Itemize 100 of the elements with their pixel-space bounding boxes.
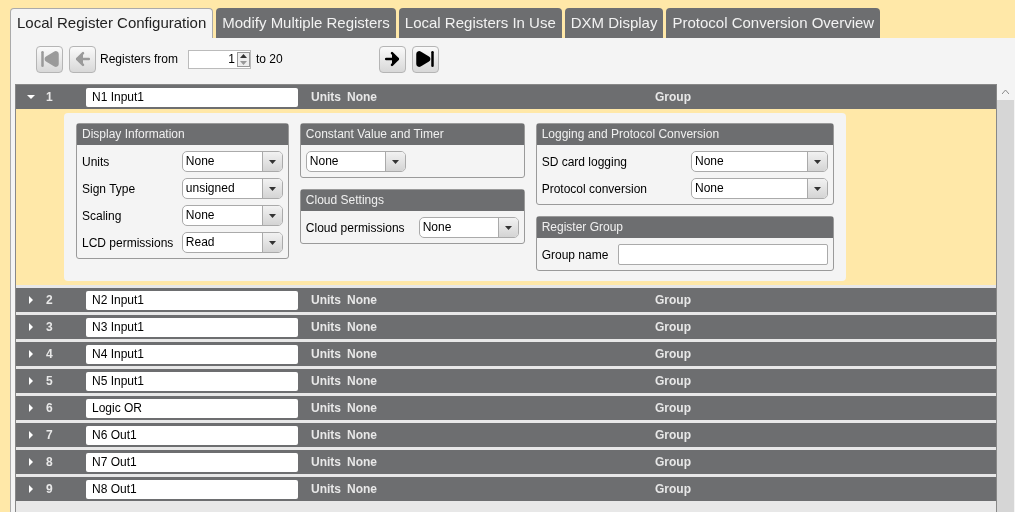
dropdown-select[interactable]: None [691, 178, 828, 199]
group-label: Group [655, 427, 691, 444]
dropdown-select[interactable]: Read [181, 232, 283, 253]
expand-caret-icon[interactable] [28, 458, 34, 466]
register-number: 5 [46, 373, 54, 390]
expand-caret-icon[interactable] [28, 404, 34, 412]
register-row[interactable]: 3 N3 Input1 Units None Group [16, 315, 996, 339]
units-value: None [347, 373, 377, 390]
register-row[interactable]: 5 N5 Input1 Units None Group [16, 369, 996, 393]
units-value: None [347, 292, 377, 309]
skip-forward-icon [415, 49, 436, 69]
group-label: Group [655, 481, 691, 498]
tab[interactable]: Local Register Configuration [10, 8, 214, 38]
expand-caret-icon[interactable] [28, 350, 34, 358]
register-row[interactable]: 2 N2 Input1 Units None Group [16, 288, 996, 312]
register-name-field[interactable]: N6 Out1 [86, 425, 298, 445]
units-value: None [347, 454, 377, 471]
units-value: None [347, 346, 377, 363]
group-label: Group [655, 89, 691, 106]
panel-title: Constant Value and Timer [300, 124, 524, 145]
units-label: Units [311, 346, 341, 363]
register-number: 7 [46, 427, 54, 444]
tab[interactable]: Protocol Conversion Overview [666, 8, 881, 38]
field-label: Sign Type [82, 180, 136, 198]
panel-title: Cloud Settings [300, 190, 524, 211]
units-label: Units [311, 373, 341, 390]
field-label: LCD permissions [82, 234, 174, 252]
register-row[interactable]: 7 N6 Out1 Units None Group [16, 423, 996, 447]
register-row[interactable]: 8 N7 Out1 Units None Group [16, 450, 996, 474]
units-label: Units [311, 89, 341, 106]
field-label: Units [82, 153, 110, 171]
spinner-arrows-icon[interactable] [237, 51, 251, 67]
register-number: 4 [46, 346, 54, 363]
field-label: Protocol conversion [541, 180, 647, 198]
units-value: None [347, 427, 377, 444]
dropdown-select[interactable]: None [418, 217, 519, 238]
units-value: None [347, 89, 377, 106]
register-number: 9 [46, 481, 54, 498]
dropdown-select[interactable]: None [181, 205, 283, 226]
register-name-field[interactable]: N8 Out1 [86, 479, 298, 499]
register-name-field[interactable]: N1 Input1 [86, 87, 298, 107]
group-label: Group [655, 346, 691, 363]
dropdown-caret-icon [391, 159, 399, 164]
field-label: Cloud permissions [305, 219, 405, 237]
expand-caret-icon[interactable] [28, 485, 34, 493]
register-name-field[interactable]: N7 Out1 [86, 452, 298, 472]
group-label: Group [655, 400, 691, 417]
register-name-field[interactable]: N5 Input1 [86, 371, 298, 391]
units-value: None [347, 400, 377, 417]
units-label: Units [311, 481, 341, 498]
tab[interactable]: Local Registers In Use [398, 8, 562, 38]
field-label: Group name [541, 246, 609, 264]
register-row[interactable]: 1 N1 Input1 Units None Group [16, 85, 996, 109]
register-name-field[interactable]: Logic OR [86, 398, 298, 418]
dropdown-caret-icon [814, 186, 821, 191]
skip-back-icon [39, 49, 60, 69]
register-number: 3 [46, 319, 54, 336]
register-name-field[interactable]: N2 Input1 [86, 290, 298, 310]
registers-from-label: Registers from [100, 51, 179, 68]
group-label: Group [655, 319, 691, 336]
panel-title: Logging and Protocol Conversion [536, 124, 833, 145]
register-number: 2 [46, 292, 54, 309]
scroll-up-icon[interactable] [1002, 90, 1009, 94]
dropdown-select[interactable]: unsigned [181, 178, 283, 199]
units-label: Units [311, 427, 341, 444]
units-label: Units [311, 319, 341, 336]
units-value: None [347, 481, 377, 498]
units-label: Units [311, 292, 341, 309]
expand-caret-icon[interactable] [28, 377, 34, 385]
group-name-field[interactable] [618, 244, 828, 265]
next-button[interactable] [378, 45, 406, 73]
dropdown-caret-icon [504, 225, 512, 230]
expand-caret-icon[interactable] [28, 296, 34, 304]
dropdown-caret-icon [268, 213, 276, 218]
dropdown-select[interactable]: None [181, 151, 283, 172]
collapse-caret-icon[interactable] [27, 94, 35, 100]
expand-caret-icon[interactable] [28, 323, 34, 331]
dropdown-caret-icon [268, 240, 276, 245]
tab[interactable]: DXM Display [564, 8, 664, 38]
register-row[interactable]: 9 N8 Out1 Units None Group [16, 477, 996, 501]
register-name-field[interactable]: N3 Input1 [86, 317, 298, 337]
register-number: 8 [46, 454, 54, 471]
dropdown-select[interactable]: None [691, 151, 828, 172]
register-number: 6 [46, 400, 54, 417]
register-row[interactable]: 6 Logic OR Units None Group [16, 396, 996, 420]
group-label: Group [655, 373, 691, 390]
units-label: Units [311, 400, 341, 417]
tab[interactable]: Modify Multiple Registers [216, 8, 396, 38]
dropdown-select[interactable]: None [305, 151, 406, 172]
units-label: Units [311, 454, 341, 471]
registers-to-label: to 20 [256, 51, 283, 68]
expand-caret-icon[interactable] [28, 431, 34, 439]
from-spinner-field[interactable]: 1 [188, 49, 252, 69]
units-value: None [347, 319, 377, 336]
register-row[interactable]: 4 N4 Input1 Units None Group [16, 342, 996, 366]
last-page-button[interactable] [411, 45, 439, 73]
dropdown-caret-icon [268, 159, 276, 164]
register-name-field[interactable]: N4 Input1 [86, 344, 298, 364]
panel-title: Display Information [77, 124, 288, 145]
field-label: Scaling [82, 207, 122, 225]
